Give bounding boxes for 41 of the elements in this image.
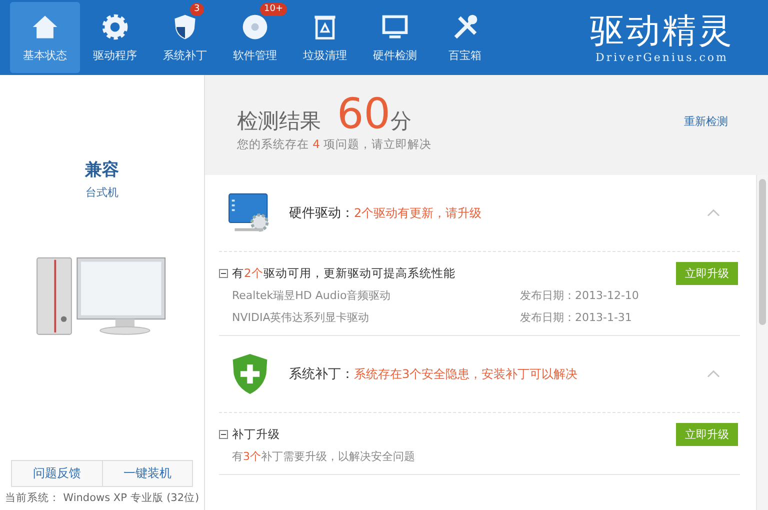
nav-tab[interactable]: 百宝箱 [430, 0, 500, 75]
nav-tab[interactable]: 10+ 软件管理 [220, 0, 290, 75]
logo-site: DriverGenius.com [596, 51, 728, 64]
result-title: 检测结果 [237, 108, 321, 134]
current-system-text: 当前系统： Windows XP 专业版 (32位) [4, 491, 200, 506]
collapse-toggle-icon[interactable] [219, 430, 228, 439]
computer-name: 兼容 [85, 159, 119, 181]
driver-name: Realtek瑞昱HD Audio音频驱动 [232, 288, 392, 303]
score-value: 60 [337, 90, 390, 136]
upgrade-button[interactable]: 立即升级 [676, 262, 738, 285]
driver-name: NVIDIA英伟达系列显卡驱动 [232, 310, 370, 325]
section-title: 系统补丁： [289, 366, 354, 383]
logo-title: 驱动精灵 [590, 11, 734, 51]
nav-tab[interactable]: 基本状态 [10, 2, 80, 73]
section-title: 硬件驱动： [289, 205, 354, 222]
nav-tab[interactable]: 3 系统补丁 [150, 0, 220, 75]
count-badge: 10+ [260, 3, 287, 16]
section-status: 2个驱动有更新，请升级 [354, 204, 482, 222]
nav-tab[interactable]: 硬件检测 [360, 0, 430, 75]
group-heading: 补丁升级 [232, 427, 280, 442]
scrollbar[interactable] [756, 175, 768, 510]
sidebar-button[interactable]: 一键装机 [102, 461, 192, 486]
result-summary: 您的系统存在 4 项问题，请立即解决 [237, 136, 432, 152]
computer-type: 台式机 [86, 185, 118, 200]
release-date: 发布日期：2013-1-31 [520, 310, 632, 325]
group-note: 有3个补丁需要升级，以解决安全问题 [232, 449, 416, 464]
collapse-toggle-icon[interactable] [219, 269, 228, 278]
release-date: 发布日期：2013-12-10 [520, 288, 639, 303]
chevron-icon[interactable] [707, 209, 720, 217]
rescan-link[interactable]: 重新检测 [684, 114, 728, 128]
section-status: 系统存在3个安全隐患，安装补丁可以解决 [354, 366, 578, 382]
score-unit: 分 [390, 108, 412, 134]
upgrade-button[interactable]: 立即升级 [676, 423, 738, 446]
disc-icon [240, 12, 270, 42]
count-badge: 3 [190, 3, 204, 16]
nav-tab[interactable]: 垃圾清理 [290, 0, 360, 75]
nav-tab[interactable]: 驱动程序 [80, 0, 150, 75]
chevron-icon[interactable] [707, 370, 720, 378]
group-heading: 有2个驱动可用，更新驱动可提高系统性能 [232, 266, 456, 281]
sidebar-button[interactable]: 问题反馈 [12, 461, 102, 486]
gear-icon [100, 12, 130, 42]
